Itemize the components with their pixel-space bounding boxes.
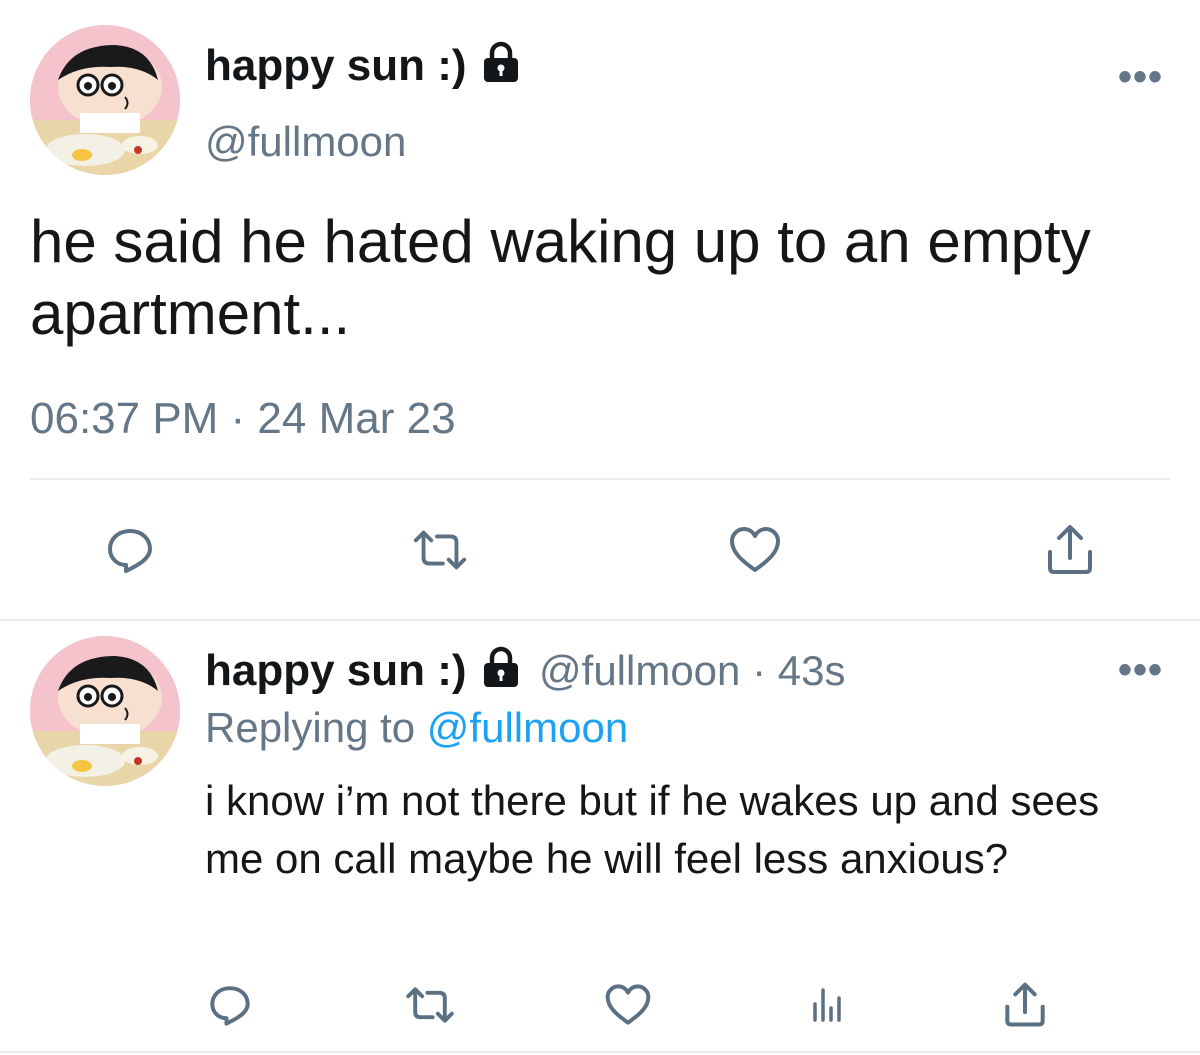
avatar-image	[30, 636, 180, 786]
avatar[interactable]	[30, 636, 180, 786]
reply-header: happy sun :) @fullmoon · 43s	[205, 645, 845, 696]
share-button[interactable]	[1040, 520, 1100, 580]
like-button[interactable]	[725, 520, 785, 580]
divider	[30, 478, 1170, 480]
tweet-text: i know i’m not there but if he wakes up …	[205, 777, 1100, 882]
lock-icon	[479, 645, 523, 694]
retweet-icon	[406, 987, 454, 1023]
share-icon	[1048, 525, 1092, 574]
reply-button[interactable]	[100, 520, 160, 580]
tweet-timestamp[interactable]: 06:37 PM · 24 Mar 23	[30, 394, 456, 444]
mention-link[interactable]: @fullmoon	[427, 704, 628, 751]
like-icon	[605, 984, 651, 1025]
replying-to: Replying to @fullmoon	[205, 704, 628, 752]
more-options-button[interactable]: •••	[1118, 55, 1163, 100]
reply-icon	[210, 986, 250, 1026]
reply-icon	[108, 529, 152, 573]
lock-icon	[479, 40, 523, 95]
retweet-button[interactable]	[410, 520, 470, 580]
display-name[interactable]: happy sun :)	[205, 40, 523, 95]
analytics-icon	[813, 988, 841, 1022]
avatar[interactable]	[30, 25, 180, 175]
analytics-button[interactable]	[798, 975, 858, 1035]
tweet-text: he said he hated waking up to an empty a…	[30, 208, 1091, 347]
divider	[0, 619, 1200, 621]
handle[interactable]: @fullmoon	[205, 118, 406, 166]
share-icon	[1005, 982, 1045, 1027]
replying-prefix: Replying to	[205, 704, 427, 751]
retweet-icon	[413, 530, 467, 570]
divider	[0, 1051, 1200, 1053]
avatar-image	[30, 25, 180, 175]
reply-button[interactable]	[200, 975, 260, 1035]
more-options-button[interactable]: •••	[1118, 648, 1163, 693]
handle-and-time[interactable]: @fullmoon · 43s	[539, 647, 845, 694]
like-button[interactable]	[598, 975, 658, 1035]
display-name-text[interactable]: happy sun :)	[205, 646, 467, 695]
share-button[interactable]	[995, 975, 1055, 1035]
like-icon	[730, 527, 780, 572]
display-name-text: happy sun :)	[205, 41, 467, 90]
retweet-button[interactable]	[400, 975, 460, 1035]
